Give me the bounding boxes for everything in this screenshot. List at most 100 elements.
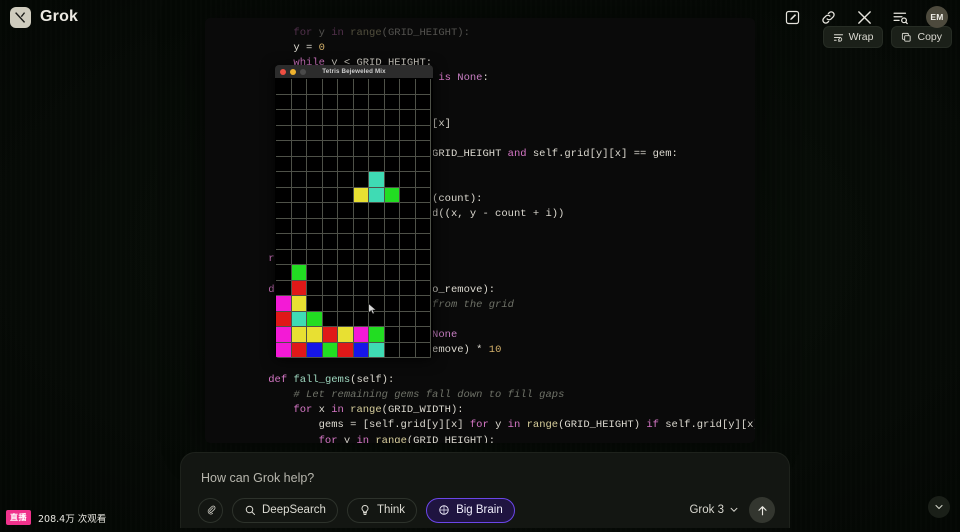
grid-cell	[400, 234, 416, 250]
grid-cell	[400, 250, 416, 266]
gem-blue	[354, 343, 369, 358]
grid-cell	[307, 281, 323, 297]
grid-cell	[385, 327, 401, 343]
think-label: Think	[377, 504, 405, 516]
composer-placeholder[interactable]: How can Grok help?	[201, 471, 314, 485]
grid-cell	[307, 234, 323, 250]
grid-cell	[416, 79, 432, 95]
grid-cell	[369, 265, 385, 281]
message-composer[interactable]: How can Grok help? DeepSearch Think	[180, 452, 790, 528]
grid-cell	[400, 343, 416, 359]
grid-cell	[354, 296, 370, 312]
grid-cell	[354, 79, 370, 95]
grid-cell	[338, 281, 354, 297]
grid-cell	[385, 79, 401, 95]
grid-cell	[323, 296, 339, 312]
send-button[interactable]	[749, 497, 775, 523]
grid-cell	[292, 250, 308, 266]
gem-green	[307, 312, 322, 327]
grid-cell	[369, 126, 385, 142]
grid-cell	[385, 265, 401, 281]
grid-cell	[307, 250, 323, 266]
grid-cell	[338, 141, 354, 157]
grid-cell	[338, 188, 354, 204]
grid-cell	[385, 126, 401, 142]
grid-cell	[323, 312, 339, 328]
attach-file-icon[interactable]	[198, 498, 223, 523]
live-stream-status: 直播 208.4万 次观看	[6, 510, 106, 525]
model-selector[interactable]: Grok 3	[689, 504, 739, 516]
grid-cell	[385, 157, 401, 173]
grid-cell	[307, 296, 323, 312]
grid-cell	[369, 95, 385, 111]
gem-green	[369, 327, 384, 342]
grid-cell	[323, 265, 339, 281]
grid-cell	[292, 79, 308, 95]
grid-cell	[400, 312, 416, 328]
think-button[interactable]: Think	[347, 498, 417, 523]
gem-green	[323, 343, 338, 358]
grid-cell	[416, 234, 432, 250]
grid-cell	[323, 157, 339, 173]
gem-red	[292, 281, 307, 296]
grok-logo-icon	[10, 7, 31, 28]
search-list-icon[interactable]	[890, 7, 910, 27]
grid-cell	[400, 141, 416, 157]
grid-cell	[416, 141, 432, 157]
grid-cell	[400, 126, 416, 142]
grid-cell	[292, 172, 308, 188]
grid-cell	[354, 95, 370, 111]
grid-cell	[354, 250, 370, 266]
grid-cell	[292, 157, 308, 173]
grid-cell	[307, 95, 323, 111]
grid-cell	[416, 281, 432, 297]
model-label: Grok 3	[689, 504, 724, 516]
compose-icon[interactable]	[782, 7, 802, 27]
grid-cell	[323, 203, 339, 219]
grid-cell	[354, 141, 370, 157]
grid-cell	[400, 265, 416, 281]
live-badge: 直播	[6, 510, 31, 525]
maximize-button-icon[interactable]	[300, 69, 306, 75]
brand[interactable]: Grok	[10, 7, 78, 28]
grid-cell	[369, 281, 385, 297]
grid-cell	[354, 157, 370, 173]
gem-magenta	[276, 343, 291, 358]
avatar[interactable]: EM	[926, 6, 948, 28]
grid-cell	[307, 79, 323, 95]
close-button-icon[interactable]	[280, 69, 286, 75]
gem-cyan	[369, 172, 384, 187]
game-board[interactable]	[275, 78, 433, 358]
grid-cell	[338, 234, 354, 250]
grid-cell	[400, 79, 416, 95]
grid-cell	[307, 172, 323, 188]
grid-cell	[354, 219, 370, 235]
grid-cell	[385, 312, 401, 328]
grid-cell	[323, 188, 339, 204]
grid-cell	[416, 327, 432, 343]
grid-cell	[354, 265, 370, 281]
gem-red	[338, 343, 353, 358]
window-title-bar: Tetris Bejeweled Mix	[275, 65, 433, 78]
grid-cell	[323, 95, 339, 111]
x-logo-icon[interactable]	[854, 7, 874, 27]
grid-cell	[385, 250, 401, 266]
grid-cell	[385, 95, 401, 111]
grid-cell	[338, 110, 354, 126]
grid-cell	[416, 188, 432, 204]
gem-yellow	[292, 327, 307, 342]
grok-app-window: Grok	[0, 0, 960, 532]
gem-yellow	[292, 296, 307, 311]
scroll-to-bottom-button[interactable]	[928, 496, 950, 518]
top-bar-actions: EM	[782, 6, 948, 28]
grid-cell	[385, 234, 401, 250]
big-brain-button[interactable]: Big Brain	[426, 498, 515, 523]
grid-cell	[400, 281, 416, 297]
grid-cell	[276, 219, 292, 235]
grid-cell	[323, 141, 339, 157]
deepsearch-button[interactable]: DeepSearch	[232, 498, 338, 523]
grid-cell	[307, 157, 323, 173]
game-window[interactable]: Tetris Bejeweled Mix	[275, 65, 433, 358]
minimize-button-icon[interactable]	[290, 69, 296, 75]
link-icon[interactable]	[818, 7, 838, 27]
